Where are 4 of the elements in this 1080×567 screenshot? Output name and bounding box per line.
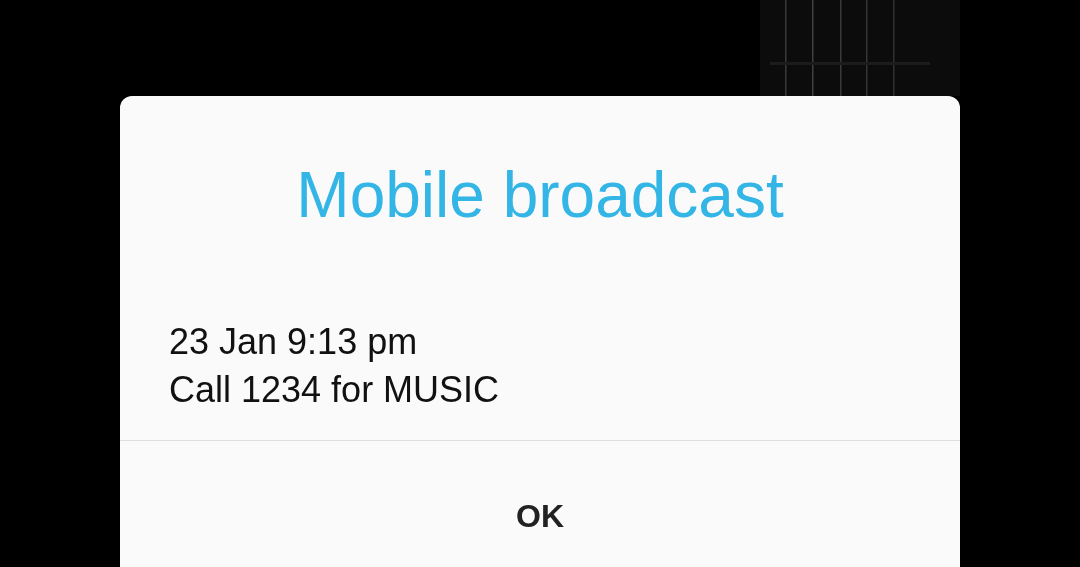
message-text: 23 Jan 9:13 pm [169,320,419,364]
ok-button[interactable]: OK [120,441,960,567]
dialog-title: Mobile broadcast [295,158,785,233]
message-text: Call 1234 for MUSIC [169,368,501,412]
